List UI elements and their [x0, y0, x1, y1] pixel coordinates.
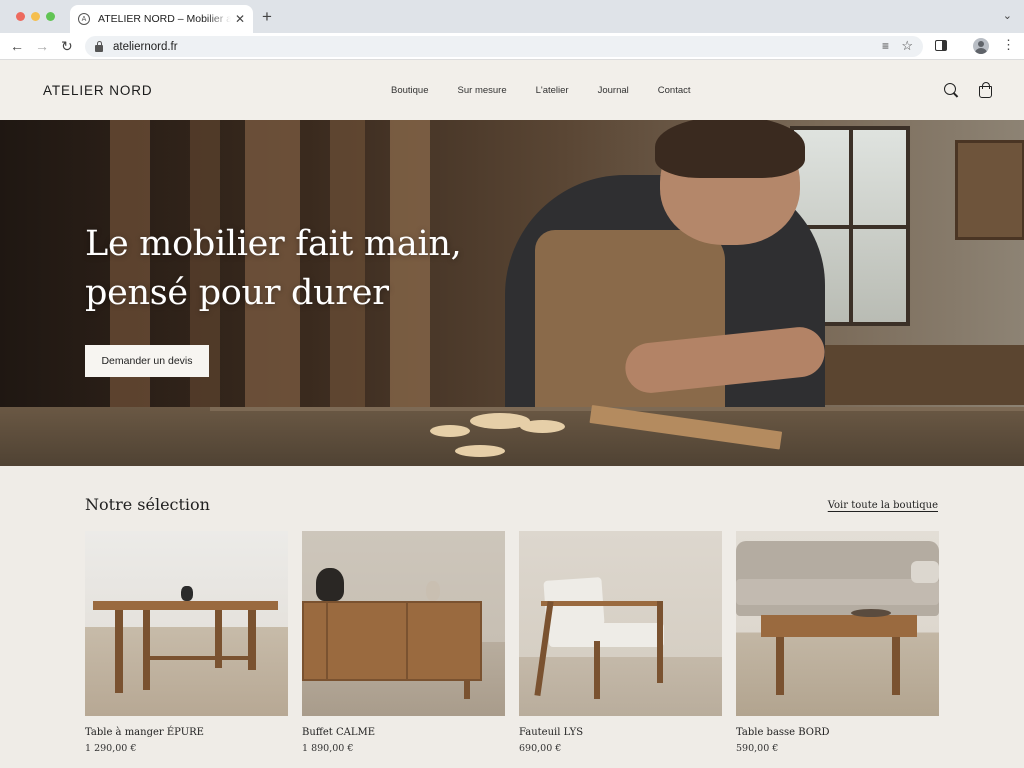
table-top	[93, 601, 278, 610]
browser-menu-icon[interactable]: ⋮	[1002, 38, 1015, 52]
nav-item-sur-mesure[interactable]: Sur mesure	[458, 85, 507, 96]
buffet-leg	[464, 681, 470, 699]
profile-avatar-icon[interactable]	[973, 38, 989, 54]
table-leg	[115, 610, 123, 693]
product-price: 1 290,00 €	[85, 743, 137, 754]
site-logo[interactable]: ATELIER NORD	[43, 83, 153, 98]
vase	[181, 586, 193, 601]
translate-icon[interactable]: ≡	[882, 39, 889, 53]
reload-icon[interactable]: ↻	[61, 37, 73, 55]
product-card[interactable]: Table à manger ÉPURE 1 290,00 €	[85, 531, 288, 754]
wood-shaving	[455, 445, 505, 457]
buffet-door-line	[406, 603, 408, 679]
product-image-dining-table[interactable]	[85, 531, 288, 716]
back-arrow-icon[interactable]: ←	[10, 37, 24, 55]
chair-armrest	[541, 601, 661, 606]
site-favicon-icon: A	[78, 13, 90, 25]
forward-arrow-icon[interactable]: →	[35, 37, 49, 55]
tab-search-chevron-icon[interactable]: ⌄	[1003, 9, 1012, 22]
sofa-pillow	[911, 561, 939, 583]
hero-wall-shelf	[955, 140, 1024, 240]
table-leg	[248, 610, 256, 670]
request-quote-button[interactable]: Demander un devis	[85, 345, 209, 377]
nav-item-boutique[interactable]: Boutique	[391, 85, 429, 96]
nav-item-atelier[interactable]: L'atelier	[536, 85, 569, 96]
lock-icon	[95, 40, 103, 52]
black-vase	[316, 568, 344, 601]
new-tab-button[interactable]: +	[262, 8, 272, 26]
chair-leg	[657, 601, 663, 683]
section-title: Notre sélection	[85, 495, 210, 514]
table-leg	[143, 610, 150, 690]
product-card[interactable]: Buffet CALME 1 890,00 €	[302, 531, 505, 754]
buffet-door-line	[326, 603, 328, 679]
address-url[interactable]: ateliernord.fr	[113, 41, 178, 53]
nav-item-contact[interactable]: Contact	[658, 85, 691, 96]
product-name[interactable]: Fauteuil LYS	[519, 727, 722, 738]
coffee-table-leg	[776, 637, 784, 695]
product-image-coffee-table[interactable]	[736, 531, 939, 716]
site-header: ATELIER NORD Boutique Sur mesure L'ateli…	[0, 60, 1024, 120]
chair-seat-cushion	[549, 623, 664, 647]
main-navigation: Boutique Sur mesure L'atelier Journal Co…	[391, 85, 691, 96]
product-name[interactable]: Buffet CALME	[302, 727, 505, 738]
shopping-bag-icon[interactable]	[979, 82, 992, 98]
coffee-table-leg	[892, 637, 900, 695]
product-price: 690,00 €	[519, 743, 562, 754]
hero-title: Le mobilier fait main, pensé pour durer	[85, 220, 505, 318]
maximize-window-button[interactable]	[46, 12, 55, 21]
coffee-table-top	[761, 615, 917, 637]
product-card[interactable]: Table basse BORD 590,00 €	[736, 531, 939, 754]
decor-bowl	[851, 609, 891, 617]
nav-item-journal[interactable]: Journal	[598, 85, 629, 96]
hero-title-line-1: Le mobilier fait main,	[85, 224, 462, 264]
hero-title-line-2: pensé pour durer	[85, 273, 389, 313]
table-stretcher	[150, 656, 250, 660]
hero-banner: Le mobilier fait main, pensé pour durer …	[0, 120, 1024, 466]
browser-tab-bar: A ATELIER NORD – Mobilier artisanal ✕ + …	[0, 0, 1024, 33]
browser-toolbar: ← → ↻ ateliernord.fr ≡ ☆ ⋮	[0, 33, 1024, 60]
craftsman-hair	[655, 120, 805, 178]
white-vase	[426, 581, 440, 601]
hero-craftsman-image	[505, 120, 828, 435]
browser-tab[interactable]: A ATELIER NORD – Mobilier artisanal ✕	[70, 5, 253, 33]
product-name[interactable]: Table à manger ÉPURE	[85, 727, 288, 738]
close-window-button[interactable]	[16, 12, 25, 21]
product-name[interactable]: Table basse BORD	[736, 727, 939, 738]
product-price: 1 890,00 €	[302, 743, 354, 754]
product-price: 590,00 €	[736, 743, 779, 754]
minimize-window-button[interactable]	[31, 12, 40, 21]
address-bar[interactable]: ateliernord.fr ≡ ☆	[85, 36, 923, 57]
wood-shaving	[520, 420, 565, 433]
tab-title: ATELIER NORD – Mobilier artisanal	[98, 13, 231, 25]
product-image-buffet[interactable]	[302, 531, 505, 716]
see-all-shop-link[interactable]: Voir toute la boutique	[828, 500, 938, 511]
product-image-armchair[interactable]	[519, 531, 722, 716]
search-icon[interactable]	[943, 82, 959, 98]
chair-leg	[594, 641, 600, 699]
tab-close-icon[interactable]: ✕	[235, 12, 245, 26]
wood-shaving	[430, 425, 470, 437]
craftsman-apron	[535, 230, 725, 420]
side-panel-icon[interactable]	[935, 40, 947, 51]
bookmark-star-icon[interactable]: ☆	[901, 38, 913, 54]
buffet-body	[302, 601, 482, 681]
sofa-seat	[736, 579, 939, 605]
chair-leg	[534, 601, 554, 696]
product-card[interactable]: Fauteuil LYS 690,00 €	[519, 531, 722, 754]
